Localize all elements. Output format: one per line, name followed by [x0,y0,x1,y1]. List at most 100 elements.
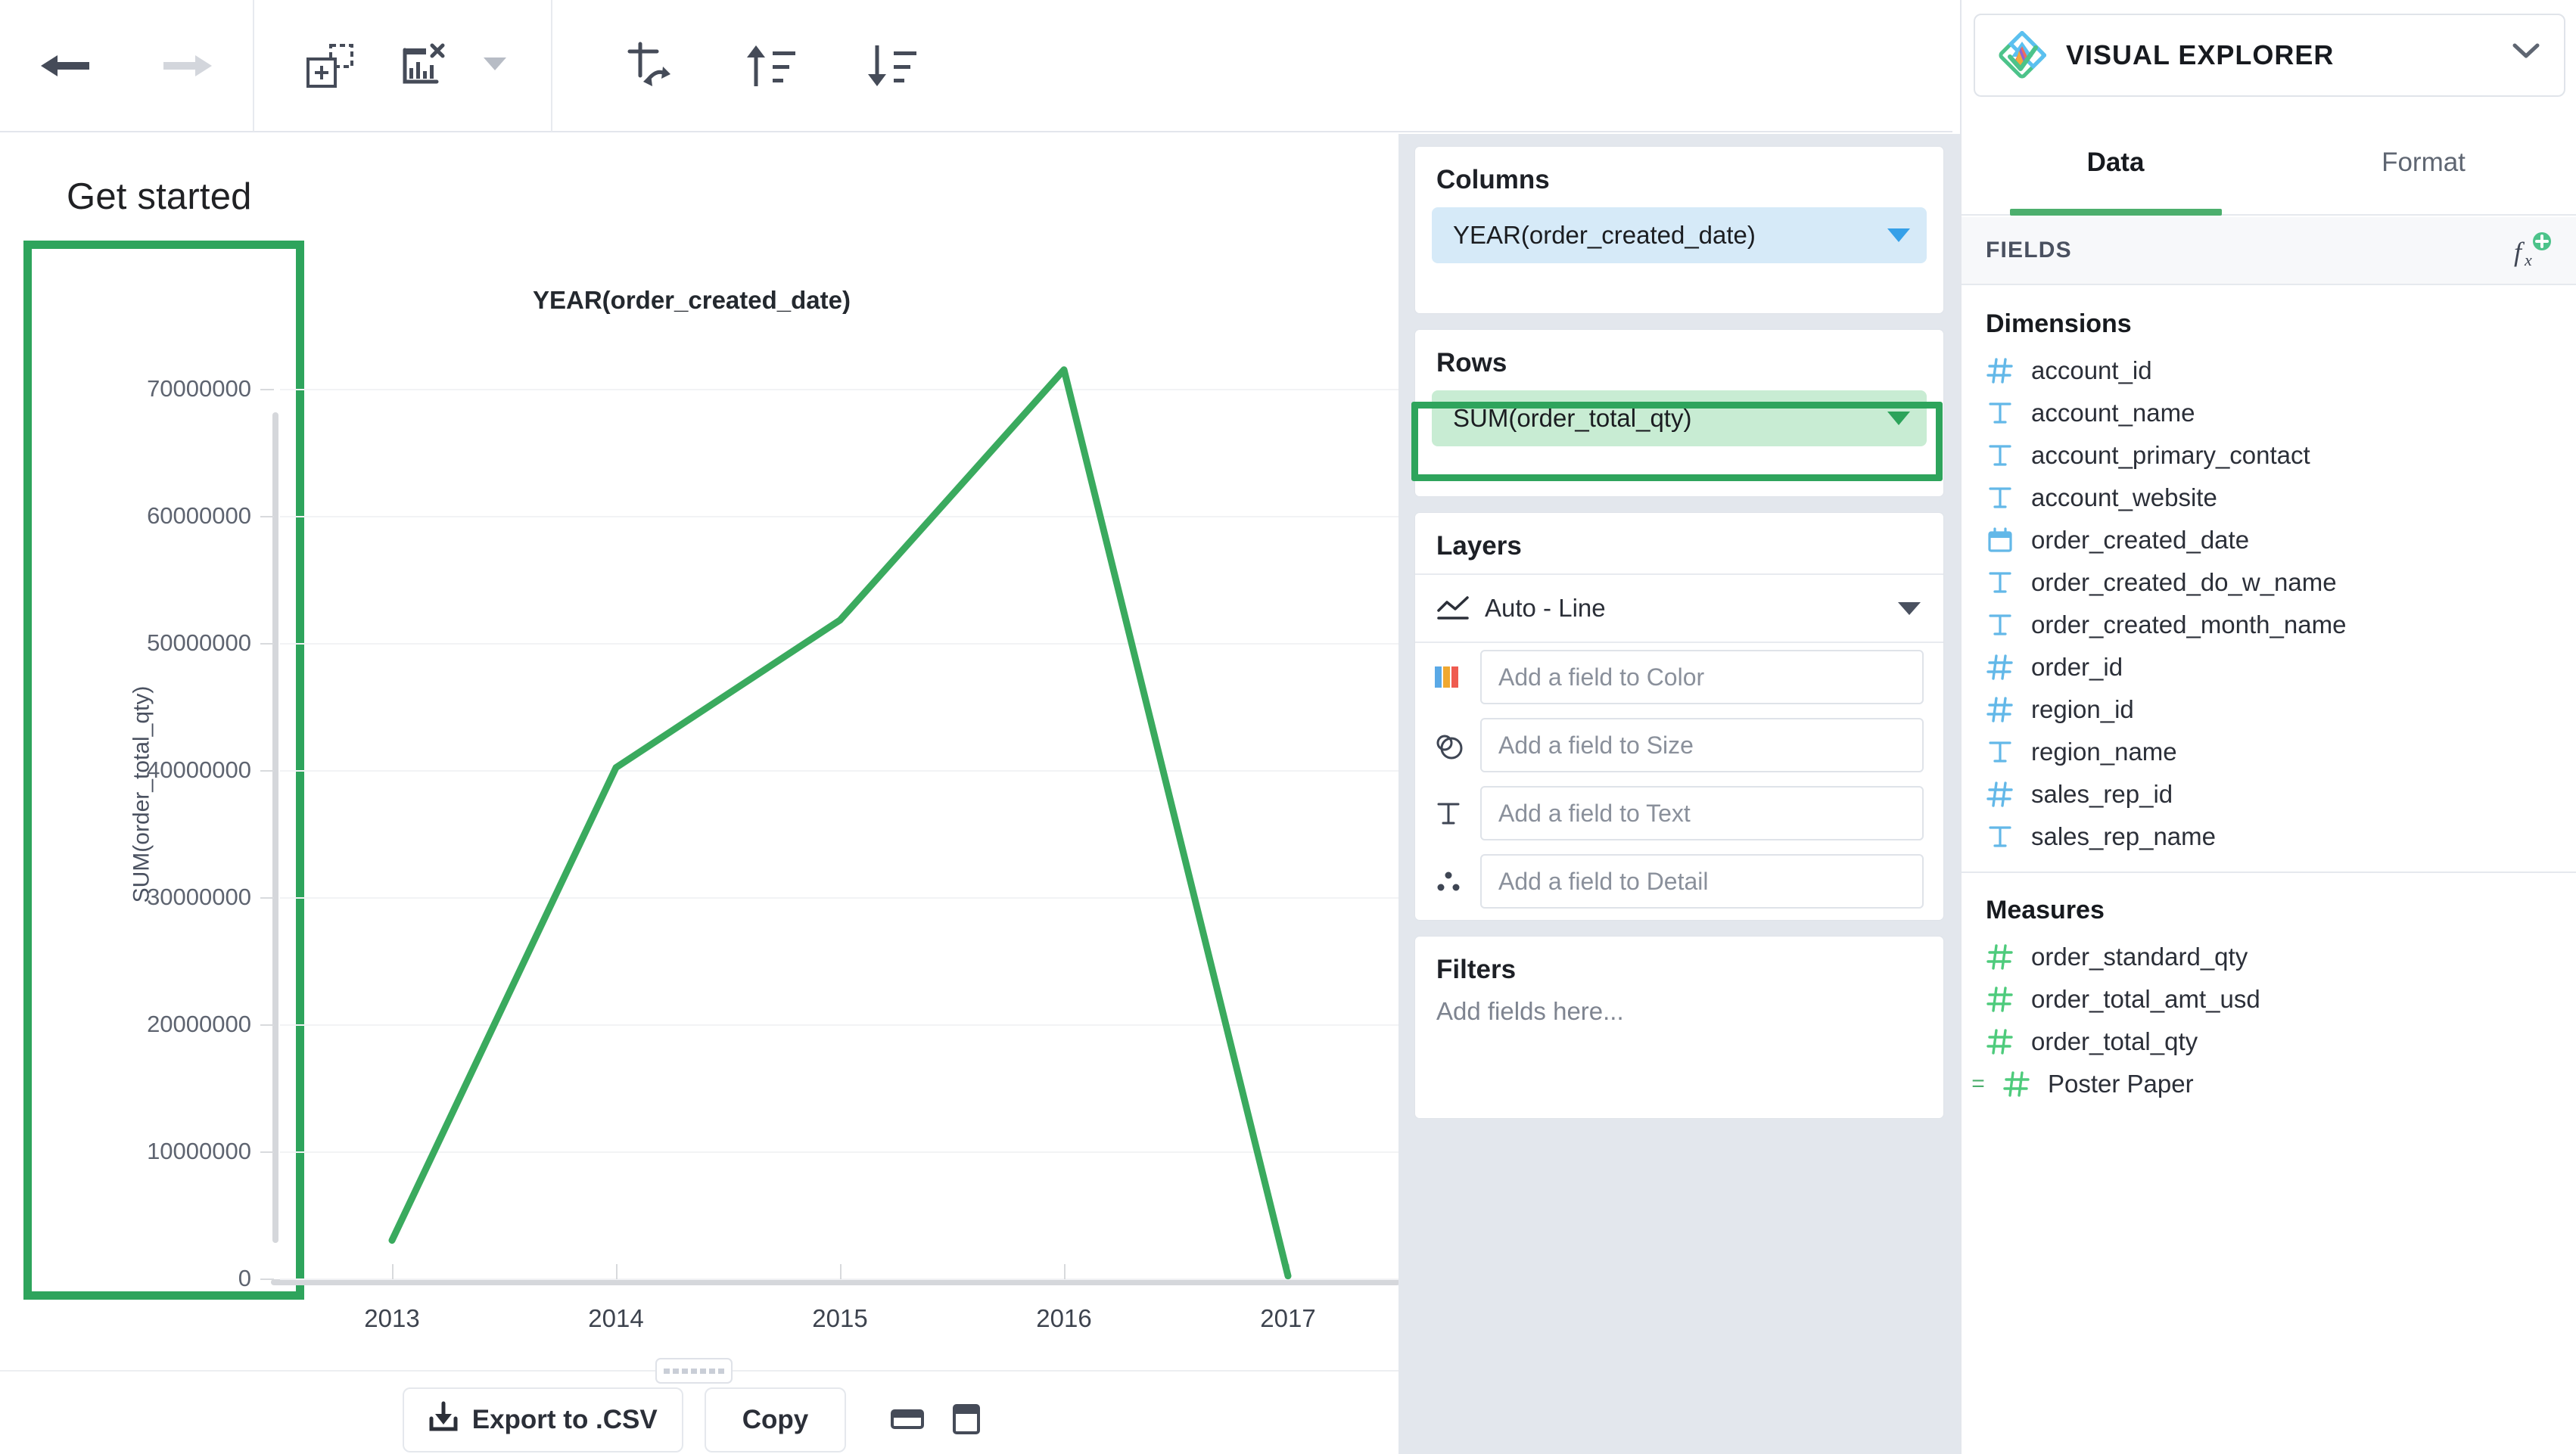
remove-chart-icon [397,42,447,89]
chart-title-text: YEAR(order_created_date) [533,286,851,315]
copy-label: Copy [742,1405,809,1435]
visual-explorer-header[interactable]: VISUAL EXPLORER [1974,14,2565,97]
field-row[interactable]: sales_rep_id [1962,773,2576,816]
chevron-down-icon [482,55,508,76]
get-started-title: Get started [67,176,252,218]
add-visualization-button[interactable] [288,23,372,108]
drag-handle[interactable] [655,1358,733,1384]
field-row[interactable]: account_primary_contact [1962,434,2576,477]
x-axis-label: 2017 [1260,1304,1315,1333]
detail-encoding-field[interactable]: Add a field to Detail [1480,854,1924,909]
calendar-icon [1986,526,2014,555]
text-encoding-field[interactable]: Add a field to Text [1480,786,1924,840]
add-visualization-icon [305,42,355,89]
rows-field-pill[interactable]: SUM(order_total_qty) [1432,390,1927,446]
field-label: Poster Paper [2048,1070,2194,1098]
layers-card: Layers Auto - Line Ad [1415,513,1943,920]
field-row[interactable]: order_id [1962,646,2576,688]
forward-button[interactable] [145,23,230,108]
field-label: order_created_do_w_name [2031,568,2337,597]
field-row[interactable]: order_created_month_name [1962,604,2576,646]
line-chart-icon [1436,592,1470,625]
size-encoding-row: Add a field to Size [1415,711,1943,779]
text-t-icon [1986,822,2014,851]
field-row[interactable]: region_name [1962,731,2576,773]
export-csv-button[interactable]: Export to .CSV [403,1387,683,1452]
panel-vertical-layout-button[interactable] [937,1390,996,1449]
text-encoding-placeholder: Add a field to Text [1498,800,1691,828]
x-axis-label: 2015 [812,1304,867,1333]
visual-explorer-logo [1998,31,2046,79]
field-label: account_id [2031,356,2152,385]
chevron-down-icon [1887,228,1910,242]
field-row[interactable]: region_id [1962,688,2576,731]
panel-horizontal-layout-button[interactable] [878,1390,937,1449]
color-encoding-field[interactable]: Add a field to Color [1480,650,1924,704]
history-button-group [0,0,254,132]
text-encoding-row: Add a field to Text [1415,779,1943,847]
field-row[interactable]: account_id [1962,350,2576,392]
y-axis-label: 40000000 [147,757,251,784]
field-row[interactable]: order_standard_qty [1962,936,2576,978]
tab-data[interactable]: Data [1962,140,2270,214]
text-t-icon [1986,483,2014,512]
copy-button[interactable]: Copy [705,1387,847,1452]
back-button[interactable] [23,23,107,108]
sort-ascending-button[interactable] [728,23,813,108]
sort-descending-button[interactable] [849,23,934,108]
measures-list: order_standard_qtyorder_total_amt_usdord… [1962,936,2576,1105]
shelf-pane: Columns YEAR(order_created_date) Rows SU… [1398,134,1960,1454]
field-row[interactable]: =Poster Paper [1962,1063,2576,1105]
visualization-button-group [254,0,552,132]
y-axis-label: 10000000 [147,1138,251,1165]
field-row[interactable]: order_total_amt_usd [1962,978,2576,1021]
filters-title: Filters [1415,937,1943,997]
field-label: region_id [2031,695,2134,724]
number-hash-icon [1986,943,2014,971]
fields-header: FIELDS f x [1962,217,2576,285]
field-row[interactable]: account_website [1962,477,2576,519]
y-axis-label: 50000000 [147,629,251,657]
tab-format[interactable]: Format [2270,140,2576,214]
field-label: region_name [2031,738,2177,766]
chart-type-dropdown-button[interactable] [472,23,518,108]
filters-card: Filters Add fields here... [1415,937,1943,1118]
text-t-icon [1432,797,1465,830]
columns-field-pill[interactable]: YEAR(order_created_date) [1432,207,1927,263]
svg-text:f: f [2514,237,2525,267]
number-hash-icon [1986,1027,2014,1056]
size-encoding-field[interactable]: Add a field to Size [1480,718,1924,772]
field-row[interactable]: order_created_do_w_name [1962,561,2576,604]
dimensions-group-title: Dimensions [1962,287,2576,350]
sort-ascending-icon [744,42,797,89]
swap-axes-icon [624,41,675,91]
right-panel: VISUAL EXPLORER Data Format FIELDS f x D… [1960,0,2576,1454]
chevron-down-icon [2511,40,2541,70]
field-row[interactable]: account_name [1962,392,2576,434]
arrow-left-icon [38,49,92,82]
fx-add-icon[interactable]: f x [2511,229,2553,272]
download-icon [428,1400,459,1440]
dimensions-list: account_id account_nameaccount_primary_co… [1962,350,2576,858]
fields-label: FIELDS [1986,238,2511,263]
detail-encoding-row: Add a field to Detail [1415,847,1943,915]
field-row[interactable]: order_total_qty [1962,1021,2576,1063]
text-t-icon [1986,399,2014,427]
color-encoding-placeholder: Add a field to Color [1498,663,1704,691]
size-encoding-placeholder: Add a field to Size [1498,732,1694,760]
remove-chart-button[interactable] [380,23,465,108]
x-axis-label: 2013 [364,1304,419,1333]
field-list: Dimensions account_idaccount_nameaccount… [1962,287,2576,1454]
y-axis-scrollbar[interactable] [272,412,278,1243]
line-series [280,325,1400,1278]
text-t-icon [1986,568,2014,597]
field-row[interactable]: order_created_date [1962,519,2576,561]
y-axis-tick [260,897,274,899]
svg-text:x: x [2524,250,2532,269]
mark-type-selector[interactable]: Auto - Line [1415,575,1943,643]
sort-descending-icon [865,42,918,89]
filters-placeholder[interactable]: Add fields here... [1415,997,1943,1026]
swap-axes-button[interactable] [607,23,692,108]
y-axis-tick [260,1278,274,1280]
field-row[interactable]: sales_rep_name [1962,816,2576,858]
